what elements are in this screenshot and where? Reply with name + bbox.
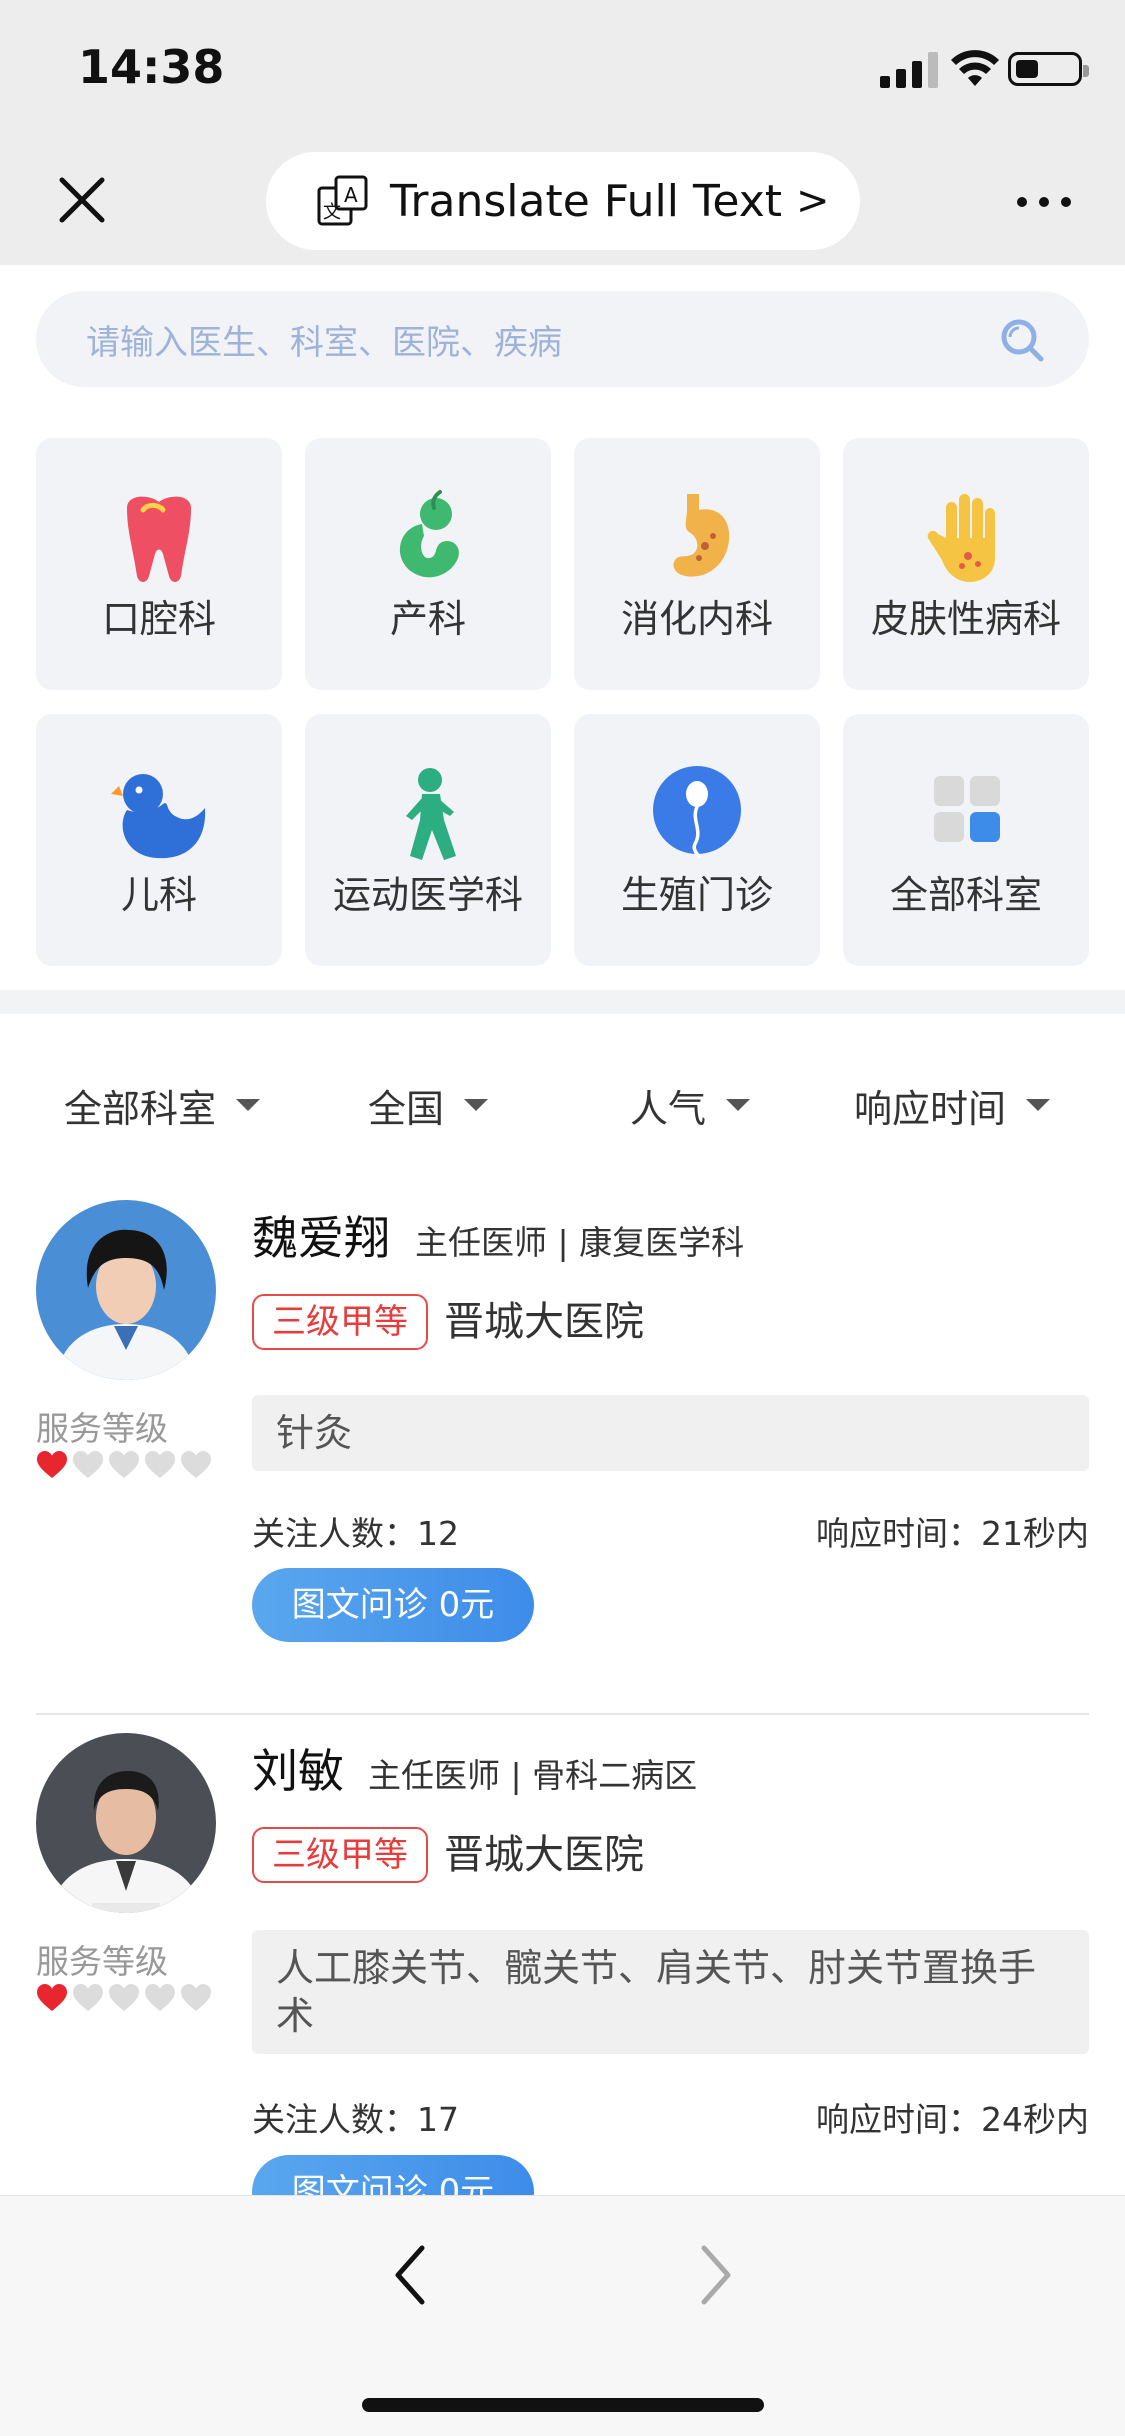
service-level-label: 服务等级: [36, 1409, 168, 1448]
department-tile[interactable]: 儿科: [36, 714, 282, 966]
heart-empty-icon: [73, 1984, 103, 2011]
filter-label: 人气: [630, 1086, 707, 1131]
translate-icon: A 文: [317, 175, 368, 226]
search-icon[interactable]: [999, 317, 1045, 363]
search-bar[interactable]: 请输入医生、科室、医院、疾病: [36, 291, 1089, 387]
doctor-card[interactable]: 服务等级 刘敏 主任医师 | 骨科二病区 三级甲等 晋城大医院 人工膝关节、髋关…: [36, 1733, 1089, 2195]
response-time: 响应时间：21秒内: [816, 1514, 1089, 1553]
translate-chevron: >: [795, 178, 830, 224]
department-label: 产科: [389, 597, 466, 641]
doctor-name: 魏爱翔: [252, 1211, 390, 1265]
heart-empty-icon: [73, 1451, 103, 1478]
service-rating: [36, 1450, 212, 1480]
heart-empty-icon: [109, 1451, 139, 1478]
filter-region-dropdown[interactable]: 全国: [368, 1055, 489, 1155]
heart-empty-icon: [145, 1451, 175, 1478]
consult-button[interactable]: 图文问诊 0元: [252, 2155, 534, 2195]
duck-icon: [111, 774, 206, 859]
follower-count: 关注人数：17: [252, 2100, 459, 2139]
fetus-icon: [399, 490, 459, 578]
nav-bar: A 文 Translate Full Text >: [0, 140, 1125, 265]
close-icon[interactable]: [52, 170, 112, 230]
department-tile[interactable]: 生殖门诊: [574, 714, 820, 966]
heart-empty-icon: [145, 1984, 175, 2011]
heart-empty-icon: [181, 1984, 211, 2011]
hospital-name: 晋城大医院: [444, 1832, 644, 1878]
caret-down-icon: [464, 1099, 489, 1111]
department-tile[interactable]: 全部科室: [843, 714, 1089, 966]
forward-arrow-icon[interactable]: [690, 2240, 740, 2310]
heart-filled-icon: [37, 1984, 67, 2011]
department-label: 生殖门诊: [620, 873, 773, 917]
hospital-grade-badge: 三级甲等: [252, 1294, 428, 1350]
stomach-icon: [673, 494, 730, 577]
hospital-name: 晋城大医院: [444, 1299, 644, 1345]
department-tile[interactable]: 口腔科: [36, 438, 282, 690]
doctor-avatar[interactable]: [36, 1200, 216, 1380]
department-tile[interactable]: 运动医学科: [305, 714, 551, 966]
department-label: 全部科室: [889, 873, 1042, 917]
doctor-specialty: 人工膝关节、髋关节、肩关节、肘关节置换手术: [252, 1930, 1089, 2054]
filter-popularity-dropdown[interactable]: 人气: [630, 1055, 751, 1155]
follower-count: 关注人数：12: [252, 1514, 459, 1553]
status-time: 14:38: [78, 40, 225, 94]
section-divider: [0, 990, 1125, 1014]
filter-label: 全国: [368, 1086, 445, 1131]
caret-down-icon: [236, 1099, 261, 1111]
service-level-label: 服务等级: [36, 1942, 168, 1981]
department-tile[interactable]: 消化内科: [574, 438, 820, 690]
caret-down-icon: [1026, 1099, 1051, 1111]
hospital-grade-badge: 三级甲等: [252, 1827, 428, 1883]
doctor-title: 主任医师 | 康复医学科: [415, 1223, 745, 1262]
cellular-signal-icon: [880, 52, 938, 88]
translate-full-text-button[interactable]: A 文 Translate Full Text >: [266, 152, 860, 250]
department-tile[interactable]: 产科: [305, 438, 551, 690]
back-arrow-icon[interactable]: [386, 2240, 436, 2310]
service-rating: [36, 1983, 212, 2013]
tooth-icon: [127, 496, 191, 582]
grid-icon: [934, 776, 1000, 842]
card-separator: [36, 1713, 1089, 1715]
status-bar: 14:38: [0, 0, 1125, 140]
hand-icon: [927, 494, 995, 582]
runner-icon: [406, 768, 456, 860]
department-label: 口腔科: [101, 597, 216, 641]
department-tile[interactable]: 皮肤性病科: [843, 438, 1089, 690]
response-time: 响应时间：24秒内: [816, 2100, 1089, 2139]
wifi-icon: [951, 50, 999, 86]
filter-label: 全部科室: [64, 1086, 217, 1131]
consult-button[interactable]: 图文问诊 0元: [252, 1568, 534, 1642]
doctor-avatar[interactable]: [36, 1733, 216, 1913]
doctor-name: 刘敏: [252, 1744, 344, 1798]
doctor-specialty: 针灸: [252, 1395, 1089, 1471]
svg-text:文: 文: [323, 202, 341, 223]
department-label: 消化内科: [620, 597, 773, 641]
app-root: 14:38 A 文 Translate Full Text > 请输入医生、科室…: [0, 0, 1125, 2436]
home-indicator: [362, 2398, 764, 2412]
doctor-title: 主任医师 | 骨科二病区: [368, 1756, 698, 1795]
heart-empty-icon: [109, 1984, 139, 2011]
search-placeholder: 请输入医生、科室、医院、疾病: [86, 322, 562, 363]
heart-filled-icon: [37, 1451, 67, 1478]
doctor-card[interactable]: 服务等级 魏爱翔 主任医师 | 康复医学科 三级甲等 晋城大医院 针灸 关注人数…: [36, 1200, 1089, 1720]
sperm-icon: [653, 766, 741, 858]
heart-empty-icon: [181, 1451, 211, 1478]
svg-text:A: A: [344, 183, 358, 207]
department-label: 皮肤性病科: [870, 597, 1061, 641]
department-label: 儿科: [120, 873, 197, 917]
page-content: 请输入医生、科室、医院、疾病 口腔科 产科 消化内科 皮肤性病科 儿科 运动医学…: [0, 265, 1125, 2195]
filter-department-dropdown[interactable]: 全部科室: [64, 1055, 261, 1155]
caret-down-icon: [726, 1099, 751, 1111]
translate-label: Translate Full Text: [390, 175, 782, 227]
more-options-icon[interactable]: [1016, 192, 1072, 212]
filter-bar: 全部科室 全国 人气 响应时间: [0, 1055, 1125, 1155]
battery-icon: [1008, 52, 1089, 86]
filter-response-time-dropdown[interactable]: 响应时间: [854, 1055, 1051, 1155]
department-label: 运动医学科: [332, 873, 523, 917]
filter-label: 响应时间: [854, 1086, 1007, 1131]
